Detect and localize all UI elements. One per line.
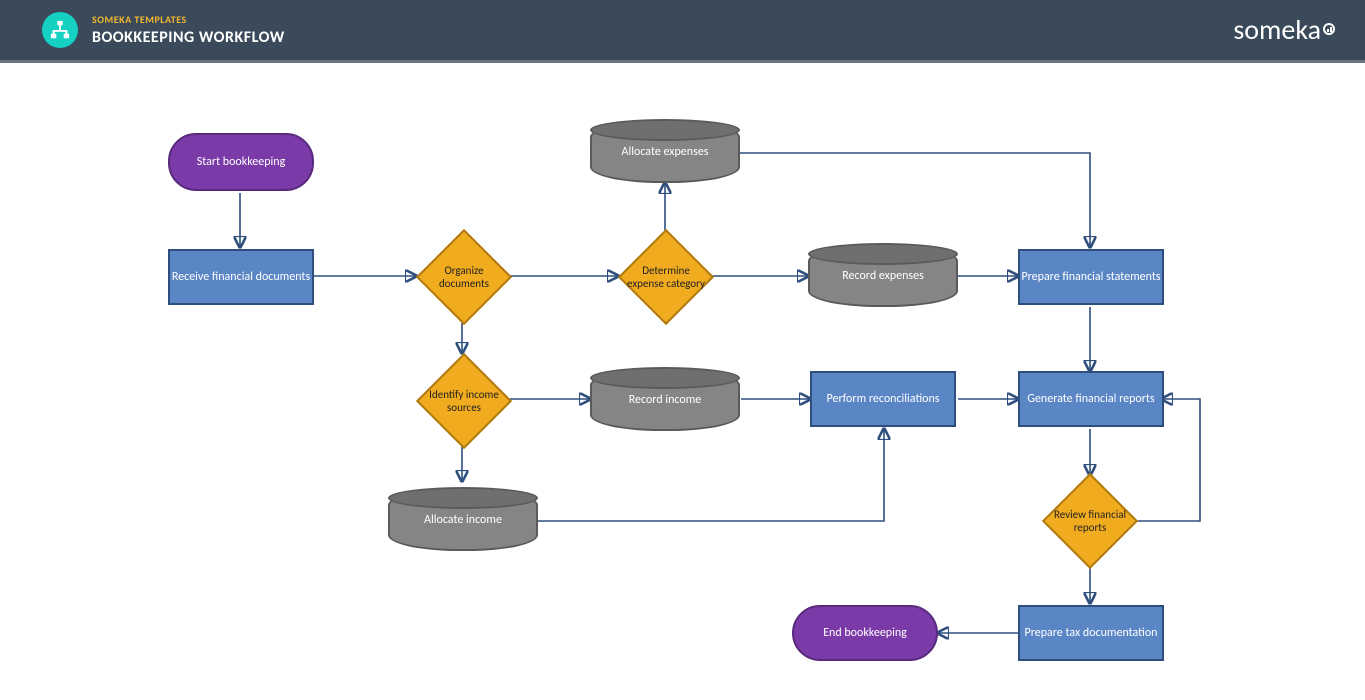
node-label: Receive financial documents	[172, 270, 310, 284]
node-identify-income-sources: Identify income sources	[416, 353, 512, 449]
header-subtitle: SOMEKA TEMPLATES	[92, 13, 285, 26]
node-label: End bookkeeping	[823, 626, 907, 640]
node-label: Determine expense category	[618, 264, 714, 290]
node-allocate-expenses: Allocate expenses	[590, 121, 740, 183]
header-bar: SOMEKA TEMPLATES BOOKKEEPING WORKFLOW so…	[0, 0, 1365, 60]
node-start: Start bookkeeping	[168, 133, 314, 191]
node-label: Perform reconciliations	[827, 392, 940, 406]
node-end: End bookkeeping	[792, 605, 938, 661]
node-record-income: Record income	[590, 369, 740, 431]
header-title: BOOKKEEPING WORKFLOW	[92, 28, 285, 47]
node-organize-documents: Organize documents	[416, 229, 512, 325]
node-perform-reconciliations: Perform reconciliations	[810, 371, 956, 427]
node-generate-reports: Generate financial reports	[1018, 371, 1164, 427]
node-label: Start bookkeeping	[197, 155, 286, 169]
node-label: Prepare tax documentation	[1025, 626, 1158, 640]
node-allocate-income: Allocate income	[388, 489, 538, 551]
node-label: Review financial reports	[1042, 508, 1138, 534]
node-prepare-tax: Prepare tax documentation	[1018, 605, 1164, 661]
node-label: Identify income sources	[416, 388, 512, 414]
node-prepare-statements: Prepare financial statements	[1018, 249, 1164, 305]
node-label: Allocate income	[424, 513, 502, 527]
node-label: Record income	[629, 393, 702, 407]
node-review-reports: Review financial reports	[1042, 473, 1138, 569]
flowchart-icon	[42, 12, 78, 48]
node-record-expenses: Record expenses	[808, 245, 958, 307]
node-label: Allocate expenses	[622, 145, 709, 159]
node-label: Generate financial reports	[1027, 392, 1154, 406]
flowchart-canvas: Start bookkeeping Receive financial docu…	[0, 63, 1365, 700]
node-determine-expense-category: Determine expense category	[618, 229, 714, 325]
node-label: Record expenses	[842, 269, 924, 283]
node-label: Prepare financial statements	[1021, 270, 1160, 284]
node-receive-documents: Receive financial documents	[168, 249, 314, 305]
node-label: Organize documents	[416, 264, 512, 290]
brand-logo: someka	[1233, 12, 1335, 47]
